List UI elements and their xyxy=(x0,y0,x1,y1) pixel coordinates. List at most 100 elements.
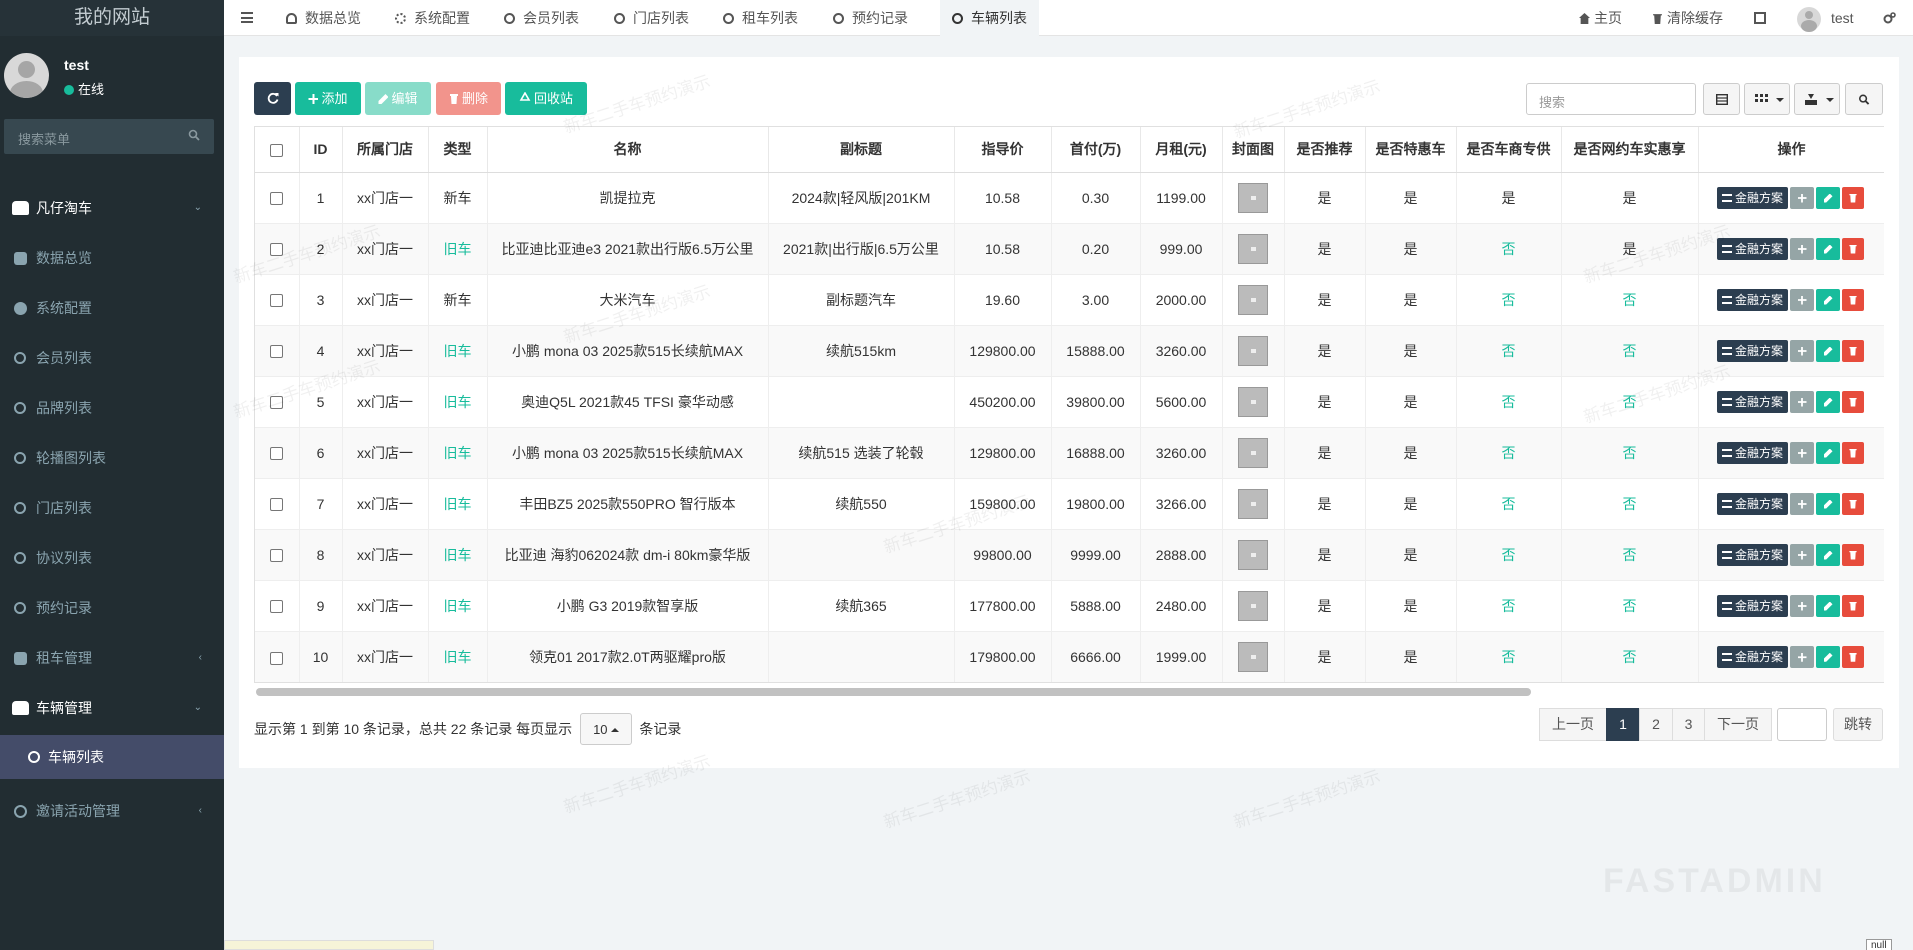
drag-button[interactable] xyxy=(1790,645,1814,668)
column-header[interactable]: 是否网约车实惠享 xyxy=(1561,127,1699,173)
tab-item[interactable]: 数据总览 xyxy=(286,0,361,36)
table-row[interactable]: 8 xx门店一 旧车 比亚迪 海豹062024款 dm-i 80km豪华版 99800.… xyxy=(255,528,1884,580)
add-button[interactable]: 添加 xyxy=(295,82,361,115)
finance-plan-button[interactable]: 金融方案 xyxy=(1716,441,1788,464)
column-header[interactable]: ID xyxy=(299,127,343,173)
column-header[interactable]: 副标题 xyxy=(768,127,955,173)
row-delete-button[interactable] xyxy=(1842,441,1864,464)
cogs-icon[interactable] xyxy=(1883,12,1896,24)
column-header[interactable]: 是否特惠车 xyxy=(1365,127,1457,173)
table-row[interactable]: 2 xx门店一 旧车 比亚迪比亚迪e3 2021款出行版6.5万公里 2021款|出行版… xyxy=(255,222,1884,274)
clear-cache-button[interactable]: 清除缓存 xyxy=(1652,0,1723,36)
row-edit-button[interactable] xyxy=(1816,543,1840,566)
row-checkbox[interactable] xyxy=(270,447,284,461)
column-header[interactable]: 首付(万) xyxy=(1051,127,1141,173)
finance-plan-button[interactable]: 金融方案 xyxy=(1716,237,1788,260)
sidebar-item[interactable]: 品牌列表 xyxy=(0,386,224,430)
column-header[interactable]: 封面图 xyxy=(1222,127,1285,173)
table-search-input[interactable]: 搜索 xyxy=(1526,83,1696,115)
tab-item[interactable]: 车辆列表 xyxy=(940,0,1039,36)
finance-plan-button[interactable]: 金融方案 xyxy=(1716,288,1788,311)
row-delete-button[interactable] xyxy=(1842,390,1864,413)
row-edit-button[interactable] xyxy=(1816,339,1840,362)
finance-plan-button[interactable]: 金融方案 xyxy=(1716,390,1788,413)
cover-thumbnail[interactable] xyxy=(1238,590,1268,621)
row-checkbox[interactable] xyxy=(270,498,284,512)
row-checkbox[interactable] xyxy=(270,345,284,359)
table-row[interactable]: 4 xx门店一 旧车 小鹏 mona 03 2025款515长续航MAX 续航515km… xyxy=(255,324,1884,376)
next-page-button[interactable]: 下一页 xyxy=(1704,708,1772,741)
row-checkbox[interactable] xyxy=(270,600,284,614)
table-row[interactable]: 1 xx门店一 新车 凯提拉克 2024款|轻风版|201KM 10.58 0.30 1199… xyxy=(255,171,1884,223)
finance-plan-button[interactable]: 金融方案 xyxy=(1716,543,1788,566)
drag-button[interactable] xyxy=(1790,492,1814,515)
row-edit-button[interactable] xyxy=(1816,645,1840,668)
refresh-button[interactable] xyxy=(254,82,291,115)
row-delete-button[interactable] xyxy=(1842,339,1864,362)
row-edit-button[interactable] xyxy=(1816,186,1840,209)
sidebar-item[interactable]: 数据总览 xyxy=(0,236,224,280)
row-delete-button[interactable] xyxy=(1842,594,1864,617)
header-user-name[interactable]: test xyxy=(1831,0,1854,36)
row-checkbox[interactable] xyxy=(270,651,284,665)
cover-thumbnail[interactable] xyxy=(1238,539,1268,570)
column-header[interactable]: 所属门店 xyxy=(342,127,429,173)
sidebar-item[interactable]: 车辆列表 xyxy=(0,735,224,779)
header-avatar[interactable] xyxy=(1797,7,1821,32)
jump-page-input[interactable] xyxy=(1777,708,1827,741)
sidebar-item[interactable]: 凡仔淘车 ⌄ xyxy=(0,186,224,230)
cover-thumbnail[interactable] xyxy=(1238,386,1268,417)
cover-thumbnail[interactable] xyxy=(1238,182,1268,213)
drag-button[interactable] xyxy=(1790,594,1814,617)
column-header[interactable]: 指导价 xyxy=(954,127,1052,173)
column-header[interactable]: 类型 xyxy=(428,127,488,173)
sidebar-item[interactable]: 门店列表 xyxy=(0,486,224,530)
row-delete-button[interactable] xyxy=(1842,543,1864,566)
finance-plan-button[interactable]: 金融方案 xyxy=(1716,492,1788,515)
recycle-bin-button[interactable]: 回收站 xyxy=(505,82,587,115)
column-header[interactable]: 是否推荐 xyxy=(1284,127,1366,173)
row-checkbox[interactable] xyxy=(270,243,284,257)
drag-button[interactable] xyxy=(1790,186,1814,209)
table-row[interactable]: 9 xx门店一 旧车 小鹏 G3 2019款智享版 续航365 177800.00 5888… xyxy=(255,579,1884,631)
cover-thumbnail[interactable] xyxy=(1238,284,1268,315)
sidebar-item[interactable]: 会员列表 xyxy=(0,336,224,380)
drag-button[interactable] xyxy=(1790,441,1814,464)
row-checkbox[interactable] xyxy=(270,192,284,206)
edit-button[interactable]: 编辑 xyxy=(365,82,431,115)
select-all-checkbox[interactable] xyxy=(270,144,284,158)
page-size-select[interactable]: 10 xyxy=(580,713,632,745)
row-delete-button[interactable] xyxy=(1842,237,1864,260)
tab-item[interactable]: 租车列表 xyxy=(723,0,798,36)
page-1-button[interactable]: 1 xyxy=(1606,708,1640,741)
sidebar-item[interactable]: 租车管理 ‹ xyxy=(0,636,224,680)
sidebar-item[interactable]: 协议列表 xyxy=(0,536,224,580)
drag-button[interactable] xyxy=(1790,237,1814,260)
table-row[interactable]: 10 xx门店一 旧车 领克01 2017款2.0T两驱耀pro版 179800.00 6… xyxy=(255,630,1884,682)
row-edit-button[interactable] xyxy=(1816,594,1840,617)
cover-thumbnail[interactable] xyxy=(1238,335,1268,366)
row-checkbox[interactable] xyxy=(270,396,284,410)
drag-button[interactable] xyxy=(1790,288,1814,311)
row-edit-button[interactable] xyxy=(1816,288,1840,311)
page-3-button[interactable]: 3 xyxy=(1672,708,1705,741)
table-row[interactable]: 5 xx门店一 旧车 奥迪Q5L 2021款45 TFSI 豪华动感 450200.00… xyxy=(255,375,1884,427)
cover-thumbnail[interactable] xyxy=(1238,488,1268,519)
table-row[interactable]: 6 xx门店一 旧车 小鹏 mona 03 2025款515长续航MAX 续航515 选… xyxy=(255,426,1884,478)
jump-button[interactable]: 跳转 xyxy=(1833,708,1883,741)
prev-page-button[interactable]: 上一页 xyxy=(1539,708,1607,741)
column-header[interactable]: 月租(元) xyxy=(1140,127,1223,173)
table-row[interactable]: 3 xx门店一 新车 大米汽车 副标题汽车 19.60 3.00 2000.00 是是否否金融方… xyxy=(255,273,1884,325)
row-delete-button[interactable] xyxy=(1842,186,1864,209)
columns-dropdown-button[interactable] xyxy=(1744,83,1790,115)
export-dropdown-button[interactable] xyxy=(1794,83,1840,115)
site-logo[interactable]: 我的网站 xyxy=(0,0,224,36)
advanced-search-button[interactable] xyxy=(1845,83,1883,115)
drag-button[interactable] xyxy=(1790,339,1814,362)
row-edit-button[interactable] xyxy=(1816,492,1840,515)
tab-item[interactable]: 系统配置 xyxy=(395,0,470,36)
row-delete-button[interactable] xyxy=(1842,288,1864,311)
table-row[interactable]: 7 xx门店一 旧车 丰田BZ5 2025款550PRO 智行版本 续航550 15980… xyxy=(255,477,1884,529)
drag-button[interactable] xyxy=(1790,543,1814,566)
finance-plan-button[interactable]: 金融方案 xyxy=(1716,594,1788,617)
